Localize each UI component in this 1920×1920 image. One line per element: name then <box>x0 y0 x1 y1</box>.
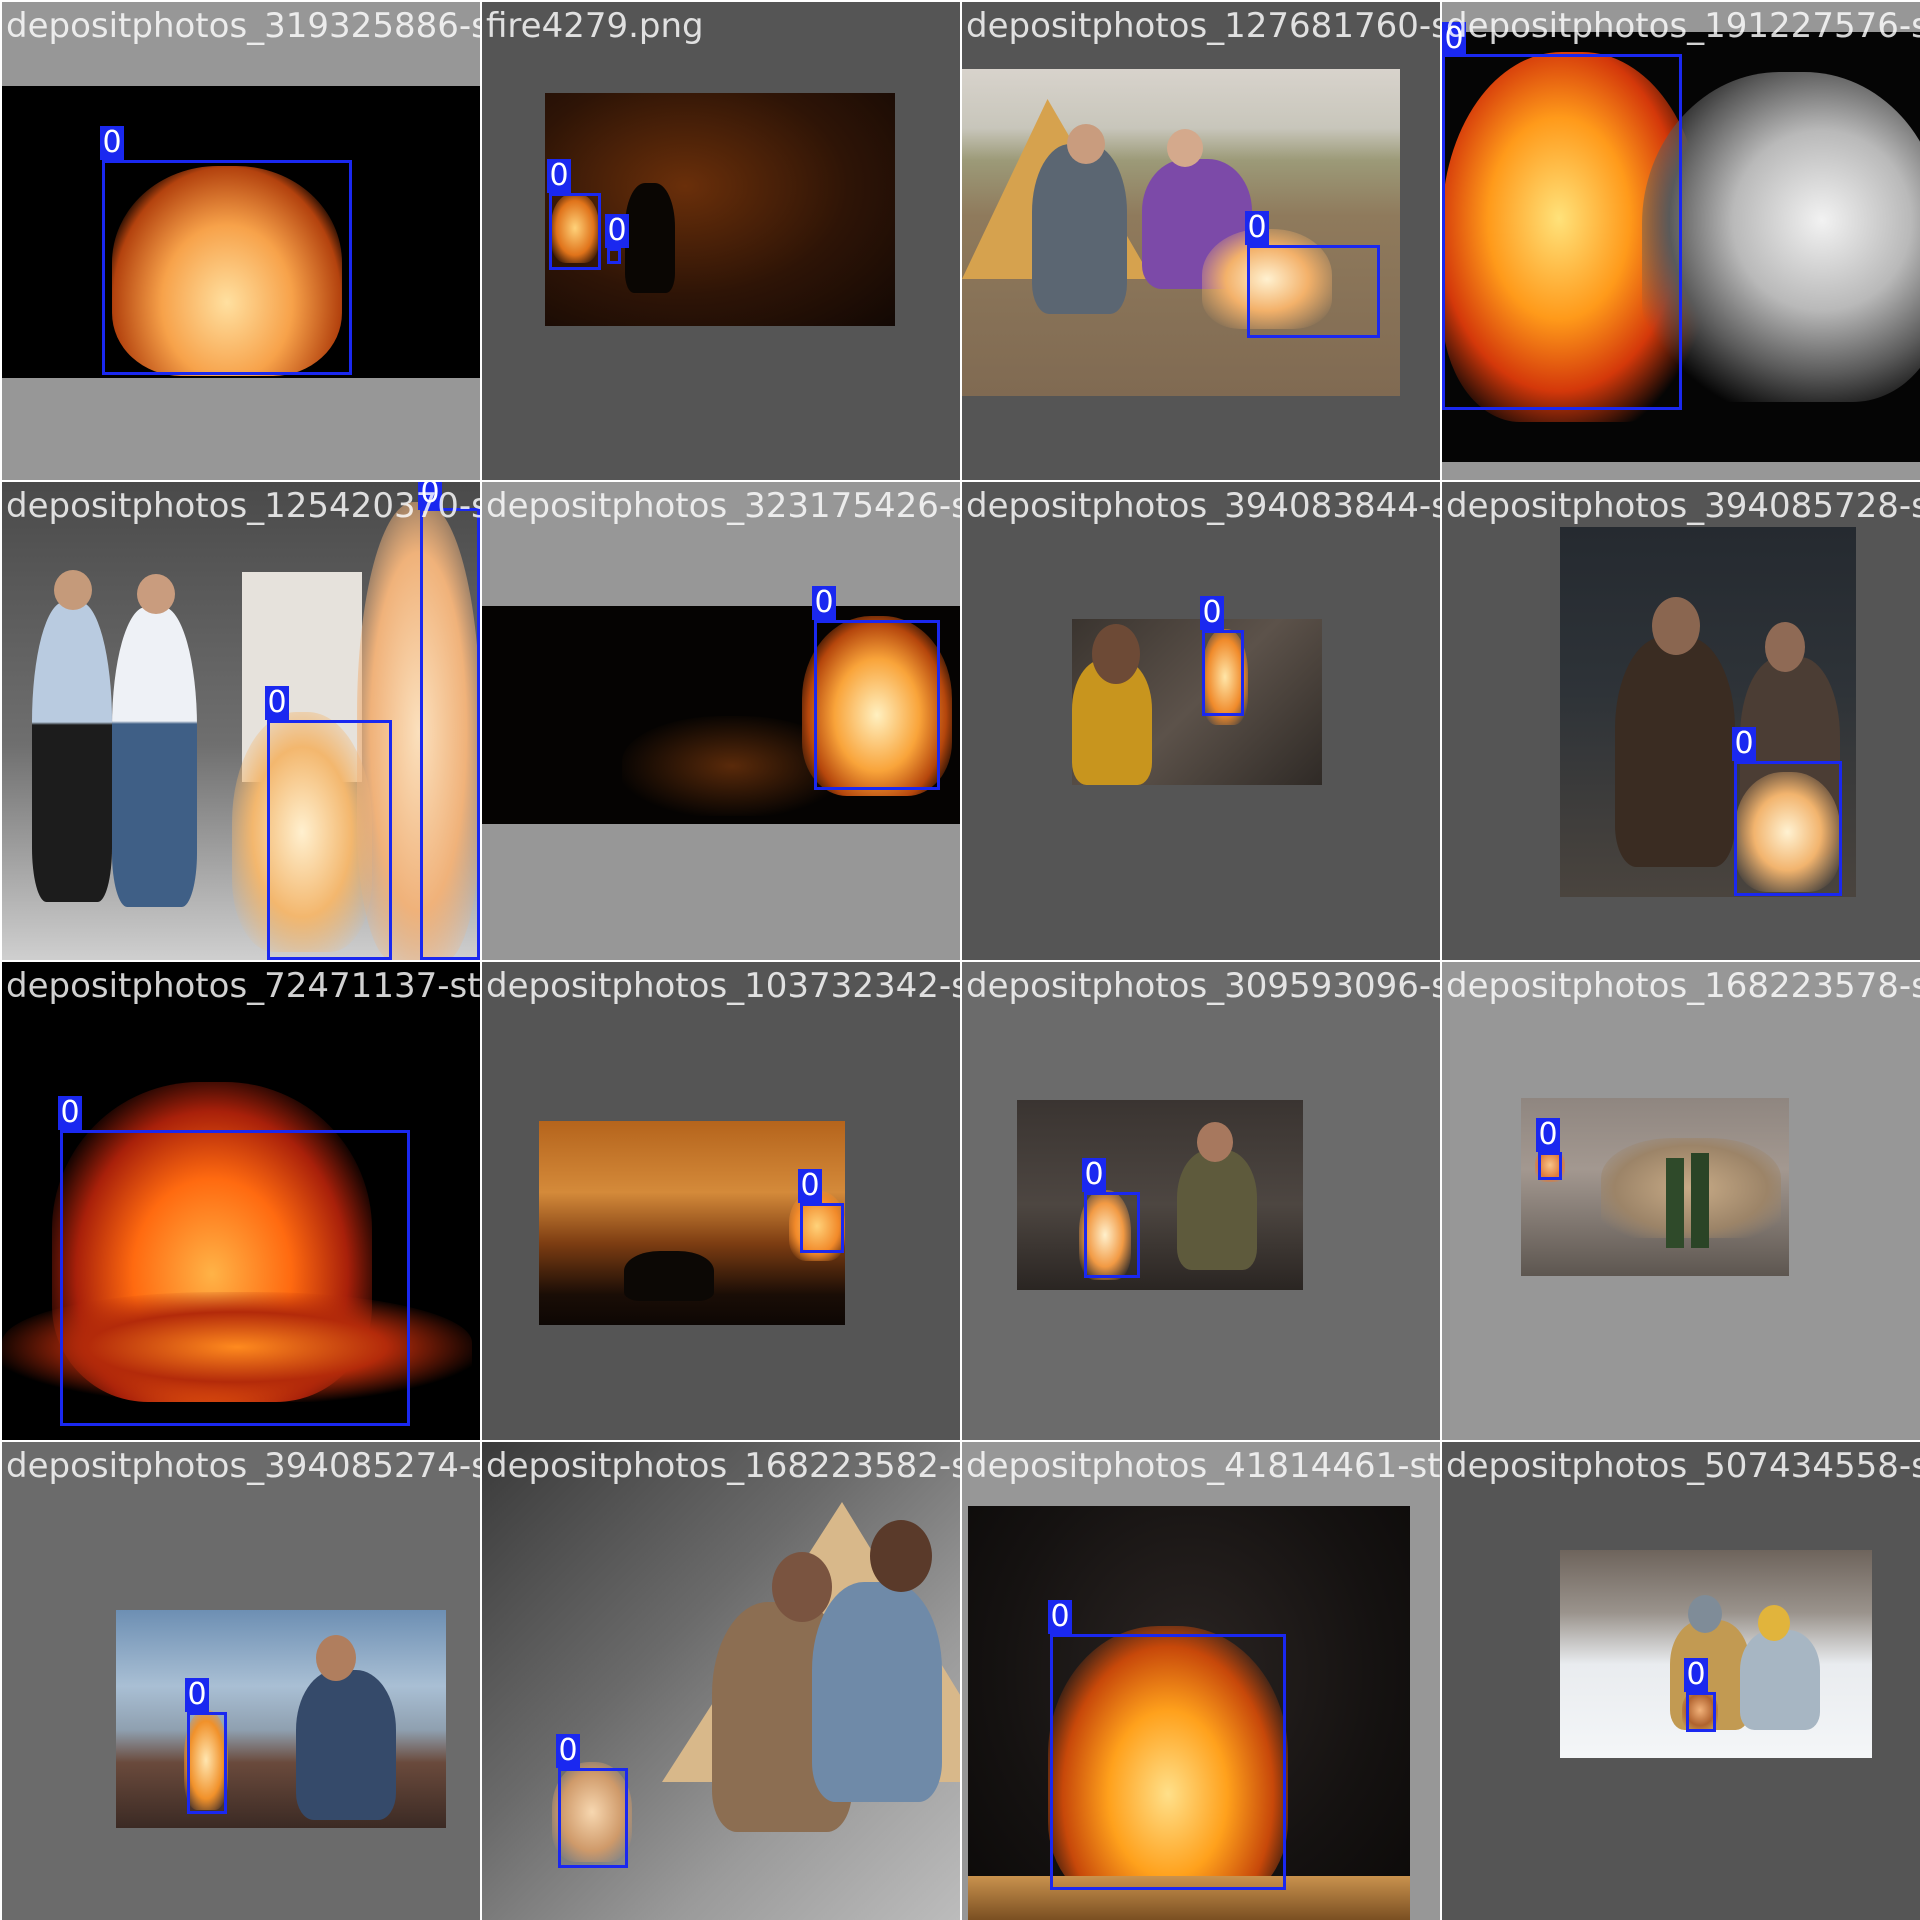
class-label: 0 <box>1732 727 1756 761</box>
filename-label: depositphotos_168223578-s <box>1446 966 1920 1006</box>
head <box>1167 129 1203 167</box>
person <box>1032 144 1127 314</box>
filename-label: depositphotos_323175426-stock-photo-pan <box>486 486 960 526</box>
vehicle-silhouette <box>624 1251 714 1301</box>
image-tile[interactable]: 0 depositphotos_103732342-stock-photo-fi… <box>482 962 960 1440</box>
person <box>812 1582 942 1802</box>
image-tile[interactable]: 0 depositphotos_72471137-stock-photo-big… <box>2 962 480 1440</box>
image-tile[interactable]: 0 0 fire4279.png <box>482 2 960 480</box>
image-tile[interactable]: 0 depositphotos_168223578-s <box>1442 962 1920 1440</box>
class-label: 0 <box>1684 1658 1708 1692</box>
class-label: 0 <box>1048 1600 1072 1634</box>
class-label: 0 <box>798 1169 822 1203</box>
class-label: 0 <box>605 214 629 248</box>
photo <box>1560 1550 1872 1758</box>
person <box>1615 637 1735 867</box>
filename-label: depositphotos_41814461-stock-photo-fire <box>966 1446 1440 1486</box>
image-tile[interactable]: 0 depositphotos_41814461-stock-photo-fir… <box>962 1442 1440 1920</box>
class-label: 0 <box>265 686 289 720</box>
bottle <box>1666 1158 1684 1248</box>
image-tile[interactable]: 0 depositphotos_394085728-s <box>1442 482 1920 960</box>
class-label: 0 <box>100 126 124 160</box>
filename-label: depositphotos_394085728-s <box>1446 486 1920 526</box>
bottle <box>1691 1153 1709 1248</box>
class-label: 0 <box>58 1096 82 1130</box>
class-label: 0 <box>556 1734 580 1768</box>
person <box>32 602 112 902</box>
image-tile[interactable]: 0 depositphotos_191227576-s <box>1442 2 1920 480</box>
bounding-box <box>1538 1152 1562 1180</box>
filename-label: depositphotos_394085274-stock-photo-happ <box>6 1446 480 1486</box>
bounding-box <box>420 508 480 960</box>
photo <box>2 482 480 960</box>
bounding-box <box>1084 1192 1140 1278</box>
class-label: 0 <box>1536 1118 1560 1152</box>
class-label: 0 <box>1245 211 1269 245</box>
head <box>316 1635 356 1681</box>
photo <box>482 1442 960 1920</box>
head <box>1652 597 1700 655</box>
image-tile[interactable]: 0 depositphotos_507434558-s <box>1442 1442 1920 1920</box>
class-label: 0 <box>812 586 836 620</box>
filename-label: depositphotos_127681760-stock-photo-fami <box>966 6 1440 46</box>
class-label: 0 <box>1082 1158 1106 1192</box>
bounding-box <box>187 1712 227 1814</box>
image-tile[interactable]: 0 depositphotos_323175426-stock-photo-pa… <box>482 482 960 960</box>
bounding-box <box>549 193 601 270</box>
photo <box>1072 619 1322 785</box>
class-label: 0 <box>1200 596 1224 630</box>
person <box>1740 1630 1820 1730</box>
head <box>1765 622 1805 672</box>
firefighter-silhouette <box>625 183 675 293</box>
smoke-region <box>1642 72 1920 402</box>
bounding-box <box>1442 54 1682 410</box>
photo <box>1017 1100 1303 1290</box>
photo <box>1521 1098 1789 1276</box>
head <box>1758 1605 1790 1641</box>
class-label: 0 <box>418 482 442 510</box>
image-tile[interactable]: 0 depositphotos_168223582-stock-photo-co… <box>482 1442 960 1920</box>
bounding-box <box>1050 1634 1286 1890</box>
person <box>1177 1150 1257 1270</box>
photo <box>962 69 1400 396</box>
bounding-box <box>102 160 352 375</box>
head <box>1067 124 1105 164</box>
head <box>1688 1595 1722 1633</box>
filename-label: fire4279.png <box>486 6 704 46</box>
person <box>296 1670 396 1820</box>
image-tile[interactable]: 0 depositphotos_319325886-stock-photo-fi… <box>2 2 480 480</box>
bounding-box <box>1686 1692 1716 1732</box>
bounding-box <box>1734 761 1842 896</box>
class-label: 0 <box>547 159 571 193</box>
photo <box>116 1610 446 1828</box>
detection-mosaic: 0 depositphotos_319325886-stock-photo-fi… <box>0 0 1920 1920</box>
filename-label: depositphotos_394083844-stock-photo-side <box>966 486 1440 526</box>
bounding-box <box>267 720 392 960</box>
class-label: 0 <box>1442 22 1466 56</box>
bounding-box <box>607 248 621 264</box>
image-tile[interactable]: 0 depositphotos_394085274-stock-photo-ha… <box>2 1442 480 1920</box>
person <box>112 607 197 907</box>
bounding-box <box>60 1130 410 1426</box>
head <box>870 1520 932 1592</box>
bounding-box <box>1247 245 1380 338</box>
filename-label: depositphotos_507434558-s <box>1446 1446 1920 1486</box>
head <box>54 570 92 610</box>
bounding-box <box>800 1203 844 1253</box>
image-tile[interactable]: 0 depositphotos_394083844-stock-photo-si… <box>962 482 1440 960</box>
image-tile[interactable]: 0 0 depositphotos_125420370-stock-photo-… <box>2 482 480 960</box>
head <box>1092 624 1140 684</box>
head <box>1197 1122 1233 1162</box>
filename-label: depositphotos_309593096-stock-photo-side <box>966 966 1440 1006</box>
head <box>772 1552 832 1622</box>
class-label: 0 <box>185 1678 209 1712</box>
filename-label: depositphotos_103732342-stock-photo-fire <box>486 966 960 1006</box>
filename-label: depositphotos_319325886-stock-photo-fire <box>6 6 480 46</box>
image-tile[interactable]: 0 depositphotos_127681760-stock-photo-fa… <box>962 2 1440 480</box>
bounding-box <box>558 1768 628 1868</box>
bounding-box <box>814 620 940 790</box>
head <box>137 574 175 614</box>
bounding-box <box>1202 630 1244 716</box>
image-tile[interactable]: 0 depositphotos_309593096-stock-photo-si… <box>962 962 1440 1440</box>
